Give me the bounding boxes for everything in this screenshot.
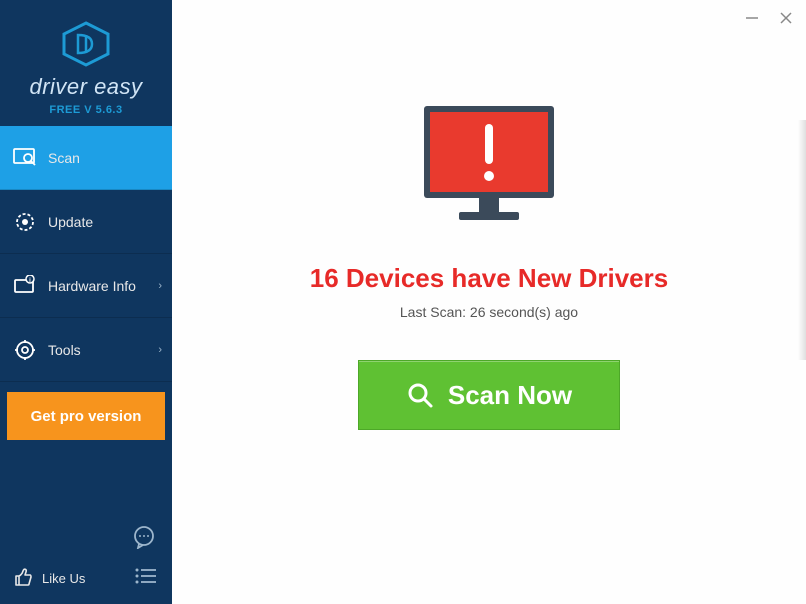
feedback-icon[interactable]: [132, 525, 156, 554]
chevron-right-icon: ›: [158, 344, 162, 356]
chevron-right-icon: ›: [158, 280, 162, 292]
sidebar-item-label: Tools: [48, 342, 81, 358]
sidebar: driver easy FREE V 5.6.3 Scan: [0, 0, 172, 604]
app-window: driver easy FREE V 5.6.3 Scan: [0, 0, 806, 604]
pro-button-wrap: Get pro version: [0, 382, 172, 440]
sidebar-item-label: Update: [48, 214, 93, 230]
minimize-button[interactable]: [742, 8, 762, 28]
logo-icon: [60, 21, 112, 72]
nav: Scan Update i: [0, 126, 172, 382]
menu-icon[interactable]: [134, 567, 158, 590]
scan-now-button[interactable]: Scan Now: [358, 360, 620, 430]
alert-monitor-icon: [414, 100, 564, 235]
headline: 16 Devices have New Drivers: [310, 263, 668, 294]
sidebar-item-update[interactable]: Update: [0, 190, 172, 254]
logo-area: driver easy FREE V 5.6.3: [0, 0, 172, 126]
scan-icon: [12, 145, 38, 171]
logo-version: FREE V 5.6.3: [49, 104, 122, 116]
get-pro-button[interactable]: Get pro version: [7, 392, 165, 440]
scan-now-label: Scan Now: [448, 380, 572, 411]
tools-icon: [12, 337, 38, 363]
edge-shadow: [798, 120, 806, 360]
sidebar-bottom: Like Us: [0, 534, 172, 604]
close-button[interactable]: [776, 8, 796, 28]
thumbs-up-icon: [12, 566, 36, 590]
sidebar-item-tools[interactable]: Tools ›: [0, 318, 172, 382]
update-icon: [12, 209, 38, 235]
main-area: 16 Devices have New Drivers Last Scan: 2…: [172, 0, 806, 604]
window-controls: [742, 8, 796, 28]
like-us-label: Like Us: [42, 571, 85, 586]
sidebar-item-label: Hardware Info: [48, 278, 136, 294]
like-us-button[interactable]: Like Us: [12, 566, 85, 590]
hardware-info-icon: i: [12, 273, 38, 299]
sidebar-spacer: [0, 440, 172, 534]
search-icon: [406, 381, 434, 409]
sidebar-item-label: Scan: [48, 150, 80, 166]
content: 16 Devices have New Drivers Last Scan: 2…: [172, 0, 806, 430]
logo-text: driver easy: [29, 74, 142, 100]
last-scan-text: Last Scan: 26 second(s) ago: [400, 304, 578, 320]
sidebar-item-hardware-info[interactable]: i Hardware Info ›: [0, 254, 172, 318]
sidebar-item-scan[interactable]: Scan: [0, 126, 172, 190]
